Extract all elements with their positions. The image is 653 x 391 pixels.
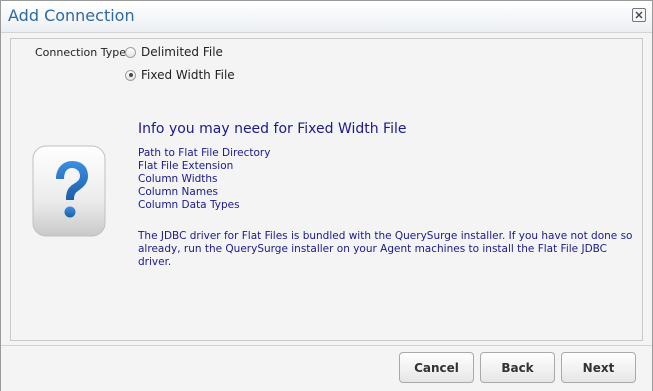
radio-delimited-file[interactable]: Delimited File xyxy=(125,44,223,60)
info-list: Path to Flat File Directory Flat File Ex… xyxy=(138,147,270,212)
radio-fixed-width-file[interactable]: Fixed Width File xyxy=(125,67,235,83)
close-icon[interactable] xyxy=(632,8,646,22)
info-list-item: Path to Flat File Directory xyxy=(138,147,271,159)
info-list-item: Column Widths xyxy=(138,173,218,185)
info-note: The JDBC driver for Flat Files is bundle… xyxy=(138,230,633,268)
next-button[interactable]: Next xyxy=(561,352,636,383)
info-title: Info you may need for Fixed Width File xyxy=(138,121,407,137)
back-button[interactable]: Back xyxy=(480,352,555,383)
cancel-button[interactable]: Cancel xyxy=(399,352,474,383)
add-connection-dialog: Add Connection Connection Type: Delimite… xyxy=(0,0,653,391)
info-list-item: Flat File Extension xyxy=(138,160,234,172)
connection-panel: Connection Type: Delimited File Fixed Wi… xyxy=(10,38,643,341)
radio-label-fixed-width: Fixed Width File xyxy=(141,68,235,82)
info-list-item: Column Names xyxy=(138,186,218,198)
dialog-footer: Cancel Back Next xyxy=(1,345,652,391)
connection-type-label: Connection Type: xyxy=(35,46,130,59)
question-mark-icon xyxy=(32,145,107,237)
dialog-titlebar[interactable]: Add Connection xyxy=(1,1,652,33)
dialog-title: Add Connection xyxy=(8,6,135,25)
radio-button[interactable] xyxy=(125,46,136,58)
radio-button-selected[interactable] xyxy=(125,69,136,81)
radio-label-delimited: Delimited File xyxy=(141,45,223,59)
info-list-item: Column Data Types xyxy=(138,199,240,211)
